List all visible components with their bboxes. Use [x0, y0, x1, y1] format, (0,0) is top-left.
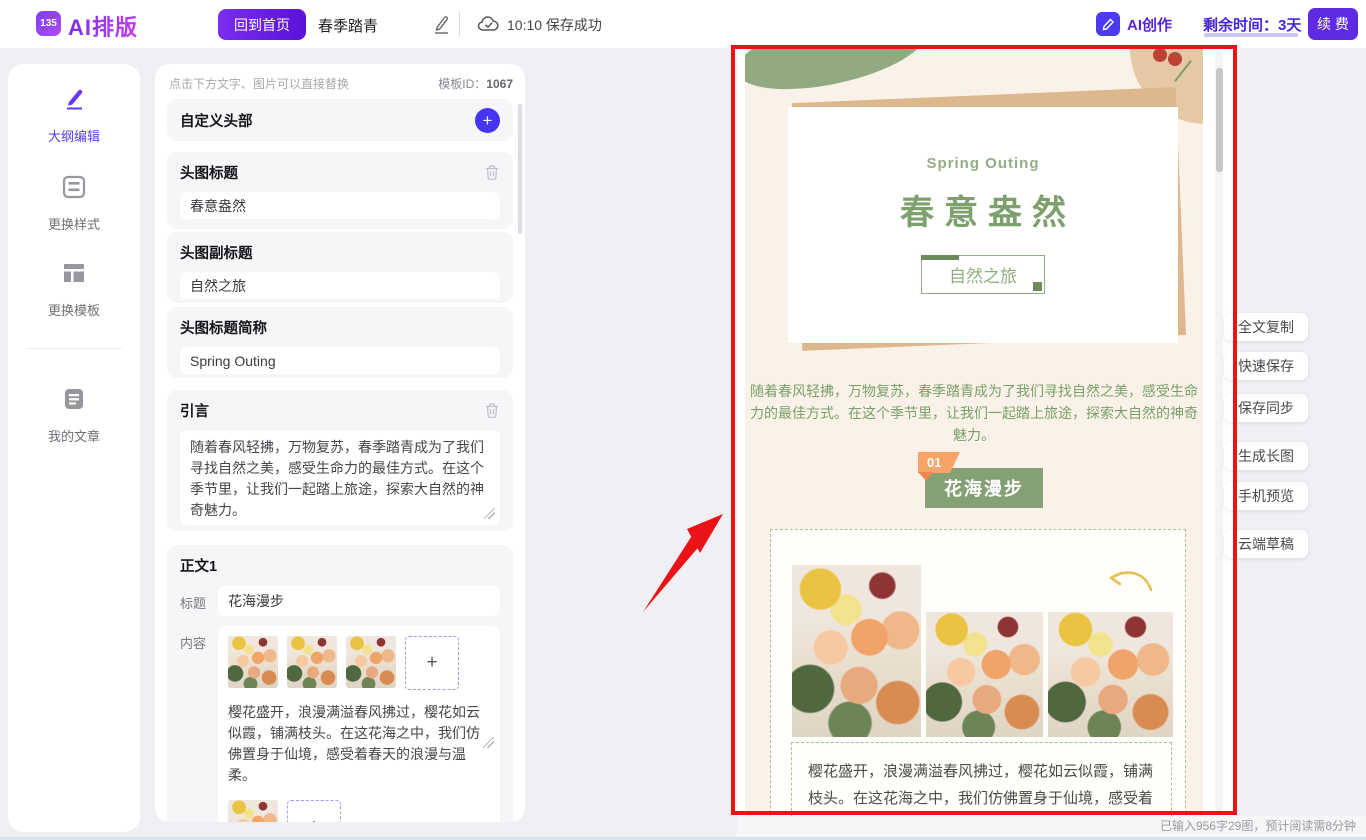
left-sidebar: 大纲编辑 更换样式 更换模板 我的文章	[8, 64, 140, 832]
app-title: AI排版	[68, 10, 138, 42]
sidebar-divider	[26, 348, 122, 349]
editor-hint: 点击下方文字、图片可以直接替换	[169, 75, 349, 92]
change-style-icon	[61, 174, 87, 205]
save-status: 10:10 保存成功	[507, 15, 602, 35]
head-title-section: 头图标题	[167, 152, 513, 229]
time-remaining-underline	[1204, 33, 1298, 37]
yellow-arrow-doodle	[1101, 566, 1163, 610]
header-divider	[459, 12, 460, 36]
preview-main-title[interactable]: 春意盎然	[788, 185, 1178, 234]
body1-content-label: 内容	[180, 626, 218, 822]
head-title-label: 头图标题	[180, 162, 238, 183]
preview-scrollbar-thumb[interactable]	[1216, 68, 1223, 172]
plus-icon: +	[426, 652, 437, 674]
content-image-thumb[interactable]	[228, 800, 278, 822]
add-header-button[interactable]: +	[475, 108, 500, 133]
sidebar-item-change-style[interactable]: 更换样式	[8, 174, 140, 233]
app-root: 135 AI排版 回到首页 春季踏青 10:10 保存成功 AI创作 剩余时间：…	[0, 0, 1366, 840]
annotation-arrow	[635, 508, 730, 616]
head-short-title-section: 头图标题简称	[167, 307, 513, 378]
template-id: 模板ID：1067	[438, 75, 513, 92]
preview-flower-image[interactable]	[1048, 612, 1173, 737]
body1-content-text[interactable]: 樱花盛开，浪漫满溢春风拂过，樱花如云似霞，铺满枝头。在这花海之中，我们仿佛置身于…	[228, 702, 490, 786]
sidebar-item-my-articles[interactable]: 我的文章	[8, 386, 140, 445]
head-subtitle-section: 头图副标题	[167, 232, 513, 303]
head-short-title-input[interactable]	[180, 347, 500, 374]
preview-intro-paragraph[interactable]: 随着春风轻拂，万物复苏，春季踏青成为了我们寻找自然之美，感受生命力的最佳方式。在…	[747, 380, 1201, 446]
outline-editor-panel: 点击下方文字、图片可以直接替换 模板ID：1067 自定义头部 + 头图标题 头…	[155, 64, 525, 822]
plus-icon: +	[308, 816, 319, 822]
body1-label: 正文1	[180, 559, 217, 575]
delete-trash-icon[interactable]	[484, 164, 500, 181]
intro-textarea[interactable]: 随着春风轻拂，万物复苏，春季踏青成为了我们寻找自然之美，感受生命力的最佳方式。在…	[180, 430, 500, 525]
time-remaining: 剩余时间：3天	[1203, 14, 1301, 35]
berry-decoration	[1168, 52, 1182, 66]
content-image-thumb[interactable]	[287, 636, 337, 688]
add-image-button[interactable]: +	[287, 800, 341, 822]
my-articles-doc-icon	[61, 386, 87, 417]
preview-flower-image[interactable]	[792, 565, 921, 737]
head-subtitle-label: 头图副标题	[180, 246, 253, 262]
ai-pencil-icon	[1096, 12, 1120, 36]
action-phone-preview[interactable]: 手机预览	[1224, 482, 1308, 510]
content-image-thumb[interactable]	[346, 636, 396, 688]
head-title-input[interactable]	[180, 192, 500, 219]
change-template-icon	[61, 260, 87, 291]
custom-header-section: 自定义头部 +	[167, 99, 513, 141]
green-ellipse-decoration	[745, 48, 932, 103]
preview-header-card[interactable]: Spring Outing 春意盎然 自然之旅	[788, 107, 1178, 343]
action-quick-save[interactable]: 快速保存	[1224, 352, 1308, 380]
preview-section-title[interactable]: 花海漫步	[925, 468, 1043, 508]
sidebar-label: 大纲编辑	[48, 126, 100, 145]
head-short-title-label: 头图标题简称	[180, 321, 267, 337]
body1-content-box: + 樱花盛开，浪漫满溢春风拂过，樱花如云似霞，铺满枝头。在这花海之中，我们仿佛置…	[218, 626, 500, 822]
sidebar-item-outline-edit[interactable]: 大纲编辑	[8, 86, 140, 145]
preview-flower-image[interactable]	[926, 612, 1043, 737]
sidebar-label: 更换模板	[48, 300, 100, 319]
body1-title-label: 标题	[180, 586, 218, 616]
ai-create-label: AI创作	[1127, 14, 1172, 35]
action-cloud-draft[interactable]: 云端草稿	[1224, 530, 1308, 558]
add-image-button[interactable]: +	[405, 636, 459, 690]
resize-handle[interactable]	[483, 737, 494, 748]
intro-label: 引言	[180, 400, 209, 421]
renew-button[interactable]: 续 费	[1308, 8, 1358, 40]
rename-pencil-icon[interactable]	[430, 14, 452, 36]
body1-title-input[interactable]	[218, 586, 500, 616]
content-image-thumb[interactable]	[228, 636, 278, 688]
editor-scrollbar[interactable]	[518, 104, 522, 234]
preview-body-text[interactable]: 樱花盛开，浪漫满溢春风拂过，樱花如云似霞，铺满枝头。在这花海之中，我们仿佛置身于…	[791, 742, 1172, 816]
back-home-button[interactable]: 回到首页	[218, 9, 306, 40]
app-header: 135 AI排版 回到首页 春季踏青 10:10 保存成功 AI创作 剩余时间：…	[0, 0, 1366, 48]
word-count-status: 已输入956字29图，预计阅读需8分钟	[737, 816, 1366, 837]
article-preview-panel: Spring Outing 春意盎然 自然之旅 随着春风轻拂，万物复苏，春季踏青…	[737, 48, 1237, 816]
ai-create-button[interactable]: AI创作	[1096, 12, 1172, 36]
article-page: Spring Outing 春意盎然 自然之旅 随着春风轻拂，万物复苏，春季踏青…	[745, 48, 1203, 816]
custom-header-label: 自定义头部	[180, 110, 253, 131]
sidebar-label: 我的文章	[48, 426, 100, 445]
outline-edit-pencil-icon	[61, 86, 87, 117]
document-title[interactable]: 春季踏青	[318, 15, 378, 36]
preview-short-title[interactable]: Spring Outing	[788, 155, 1178, 172]
body1-section: 正文1 标题 内容 + 樱花盛开，浪漫满溢春风拂过，樱花如云似霞，铺满枝头。在这…	[167, 545, 513, 822]
sidebar-label: 更换样式	[48, 214, 100, 233]
resize-handle[interactable]	[484, 508, 495, 519]
intro-section: 引言 随着春风轻拂，万物复苏，春季踏青成为了我们寻找自然之美，感受生命力的最佳方…	[167, 390, 513, 531]
action-save-sync[interactable]: 保存同步	[1224, 394, 1308, 422]
cloud-save-icon	[477, 15, 501, 33]
logo-135-icon: 135	[36, 11, 61, 36]
head-subtitle-input[interactable]	[180, 272, 500, 299]
preview-image-gallery: 樱花盛开，浪漫满溢春风拂过，樱花如云似霞，铺满枝头。在这花海之中，我们仿佛置身于…	[770, 529, 1186, 816]
berry-decoration	[1153, 48, 1167, 62]
preview-subtitle-box[interactable]: 自然之旅	[921, 255, 1045, 294]
action-generate-long-image[interactable]: 生成长图	[1224, 442, 1308, 470]
action-copy-all[interactable]: 全文复制	[1224, 313, 1308, 341]
delete-trash-icon[interactable]	[484, 402, 500, 419]
sidebar-item-change-template[interactable]: 更换模板	[8, 260, 140, 319]
